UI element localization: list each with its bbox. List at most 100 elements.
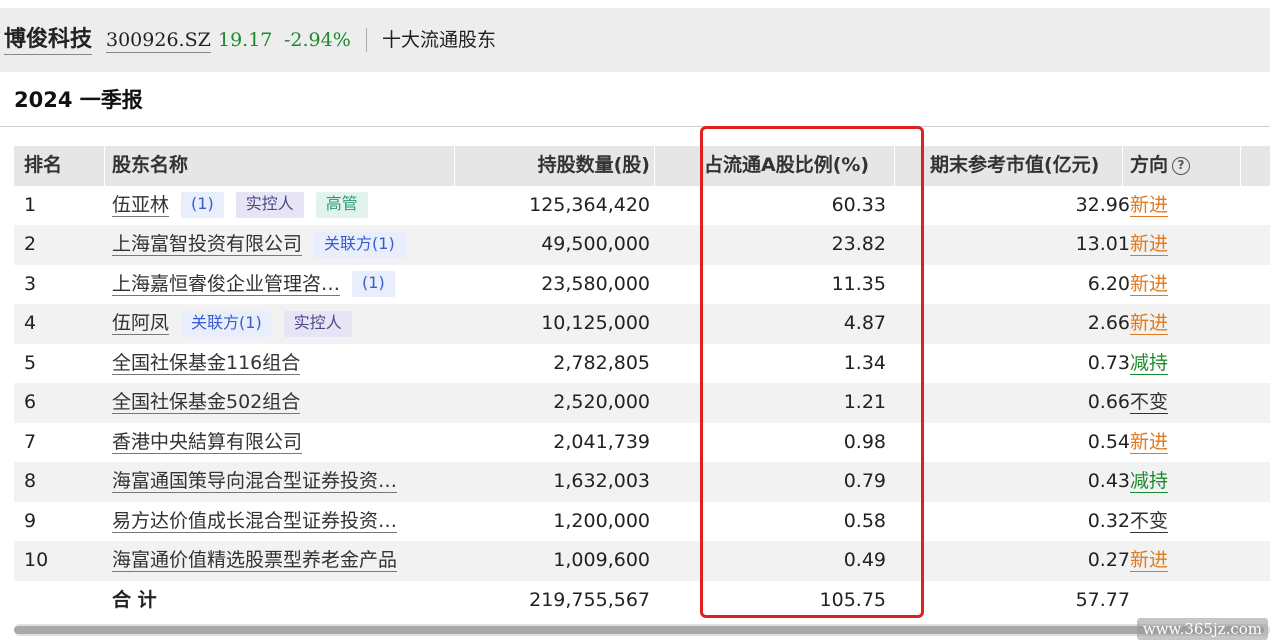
stock-name-link[interactable]: 博俊科技: [4, 26, 93, 55]
holder-tag[interactable]: (1): [352, 271, 395, 297]
table-row: 4 伍阿凤 关联方(1) 实控人 10,125,000 4.87 2.66 新进: [14, 304, 1270, 344]
shares-cell: 1,632,003: [553, 470, 650, 492]
float-pct-cell: 0.79: [843, 470, 886, 492]
title-divider: [0, 126, 1270, 127]
stock-change-pct: -2.94%: [284, 29, 351, 51]
rank-cell: 8: [24, 470, 37, 492]
direction-cell: 减持: [1130, 462, 1250, 502]
float-pct-cell: 4.87: [843, 312, 886, 334]
stock-price: 19.17: [218, 29, 273, 51]
float-pct-cell: 11.35: [831, 272, 886, 295]
scrollbar-thumb[interactable]: [14, 626, 1264, 634]
table-row: 5 全国社保基金116组合 2,782,805 1.34 0.73 减持: [14, 343, 1270, 384]
holder-name-link[interactable]: 上海嘉恒睿俊企业管理咨…: [112, 273, 341, 296]
table-row: 6 全国社保基金502组合 2,520,000 1.21 0.66 不变: [14, 383, 1270, 423]
direction-link[interactable]: 新进: [1130, 549, 1169, 572]
market-value-cell: 0.32: [1087, 509, 1130, 532]
holder-tag[interactable]: 实控人: [235, 192, 304, 218]
holder-tag[interactable]: (1): [181, 192, 224, 218]
holder-tag[interactable]: 高管: [315, 192, 368, 218]
holder-name-link[interactable]: 上海富智投资有限公司: [112, 233, 303, 256]
horizontal-scrollbar[interactable]: [14, 624, 1270, 636]
market-value-cell: 2.66: [1087, 312, 1130, 334]
shares-cell: 49,500,000: [541, 233, 650, 255]
direction-cell: 新进: [1130, 265, 1250, 305]
table-row: 9 易方达价值成长混合型证券投资… 1,200,000 0.58 0.32 不变: [14, 501, 1270, 542]
float-pct-cell: 60.33: [831, 193, 886, 216]
direction-link[interactable]: 新进: [1130, 194, 1169, 217]
holder-name-link[interactable]: 香港中央結算有限公司: [112, 431, 303, 454]
rank-cell: 1: [24, 193, 37, 216]
holder-name-link[interactable]: 易方达价值成长混合型证券投资…: [112, 510, 398, 533]
col-header-rank: 排名: [24, 154, 63, 176]
total-label: 合 计: [112, 588, 157, 611]
holder-cell: 海富通价值精选股票型养老金产品: [112, 541, 462, 581]
header-separator: [654, 146, 655, 186]
direction-link[interactable]: 减持: [1130, 352, 1169, 375]
holder-name-link[interactable]: 海富通价值精选股票型养老金产品: [112, 549, 398, 572]
holder-name-link[interactable]: 全国社保基金502组合: [112, 391, 301, 414]
direction-cell: 减持: [1130, 344, 1250, 384]
holder-tag[interactable]: 关联方(1): [314, 231, 405, 258]
holder-tag[interactable]: 关联方(1): [181, 310, 272, 337]
table-row: 1 伍亚林 (1) 实控人 高管 125,364,420 60.33 32.96 新进: [14, 185, 1270, 225]
direction-link[interactable]: 新进: [1130, 233, 1169, 256]
total-pct: 105.75: [819, 588, 886, 611]
direction-cell: 新进: [1130, 541, 1250, 581]
holder-cell: 上海嘉恒睿俊企业管理咨… (1): [112, 265, 462, 305]
direction-cell: 新进: [1130, 304, 1250, 344]
direction-link[interactable]: 不变: [1130, 391, 1169, 414]
holder-cell: 海富通国策导向混合型证券投资…: [112, 462, 462, 502]
header-separator: [104, 146, 105, 186]
stock-code-link[interactable]: 300926.SZ: [106, 28, 211, 53]
float-pct-cell: 1.21: [843, 391, 886, 413]
shares-cell: 2,520,000: [553, 391, 650, 413]
direction-link[interactable]: 新进: [1130, 312, 1169, 335]
shares-cell: 1,009,600: [553, 549, 650, 571]
holder-cell: 上海富智投资有限公司 关联方(1): [112, 225, 462, 265]
direction-cell: 不变: [1130, 383, 1250, 423]
holder-tag[interactable]: 实控人: [283, 310, 352, 337]
direction-link[interactable]: 减持: [1130, 470, 1169, 493]
rank-cell: 6: [24, 391, 37, 413]
shares-cell: 23,580,000: [541, 272, 650, 295]
holder-cell: 全国社保基金502组合: [112, 383, 462, 423]
help-icon[interactable]: ?: [1172, 156, 1191, 175]
header-separator: [1122, 146, 1123, 186]
float-pct-cell: 0.49: [843, 549, 886, 571]
rank-cell: 7: [24, 430, 37, 453]
market-value-cell: 6.20: [1087, 272, 1130, 295]
shares-cell: 2,041,739: [553, 430, 650, 453]
direction-link[interactable]: 新进: [1130, 431, 1169, 454]
section-title: 十大流通股东: [382, 29, 497, 51]
market-value-cell: 32.96: [1075, 193, 1130, 216]
col-header-direction-label: 方向: [1130, 154, 1169, 176]
float-pct-cell: 1.34: [843, 351, 886, 374]
total-value: 57.77: [1075, 588, 1130, 611]
holder-cell: 全国社保基金116组合: [112, 344, 462, 384]
direction-cell: 不变: [1130, 502, 1250, 542]
table-row: 3 上海嘉恒睿俊企业管理咨… (1) 23,580,000 11.35 6.20 新进: [14, 264, 1270, 305]
rank-cell: 4: [24, 312, 37, 334]
table-row: 7 香港中央結算有限公司 2,041,739 0.98 0.54 新进: [14, 422, 1270, 462]
holder-name-link[interactable]: 伍阿凤: [112, 312, 170, 335]
col-header-direction: 方向?: [1130, 146, 1250, 186]
col-header-shares: 持股数量(股): [537, 154, 650, 176]
header-divider: [366, 28, 367, 52]
holder-name-link[interactable]: 全国社保基金116组合: [112, 352, 301, 375]
direction-link[interactable]: 新进: [1130, 273, 1169, 296]
col-header-pct: 占流通A股比例(%): [704, 154, 870, 176]
table-header-row: 排名 股东名称 持股数量(股) 占流通A股比例(%) 期末参考市值(亿元) 方向…: [14, 146, 1270, 186]
holder-name-link[interactable]: 伍亚林: [112, 194, 170, 217]
col-header-holder: 股东名称: [112, 154, 189, 176]
shares-cell: 10,125,000: [541, 312, 650, 334]
table-row: 8 海富通国策导向混合型证券投资… 1,632,003 0.79 0.43 减持: [14, 462, 1270, 502]
report-period-title: 2024 一季报: [14, 88, 143, 112]
market-value-cell: 0.73: [1087, 351, 1130, 374]
holder-cell: 易方达价值成长混合型证券投资…: [112, 502, 462, 542]
table-row: 2 上海富智投资有限公司 关联方(1) 49,500,000 23.82 13.01 新进: [14, 225, 1270, 265]
holder-name-link[interactable]: 海富通国策导向混合型证券投资…: [112, 470, 398, 493]
direction-link[interactable]: 不变: [1130, 510, 1169, 533]
market-value-cell: 13.01: [1075, 233, 1130, 255]
shares-cell: 2,782,805: [553, 351, 650, 374]
